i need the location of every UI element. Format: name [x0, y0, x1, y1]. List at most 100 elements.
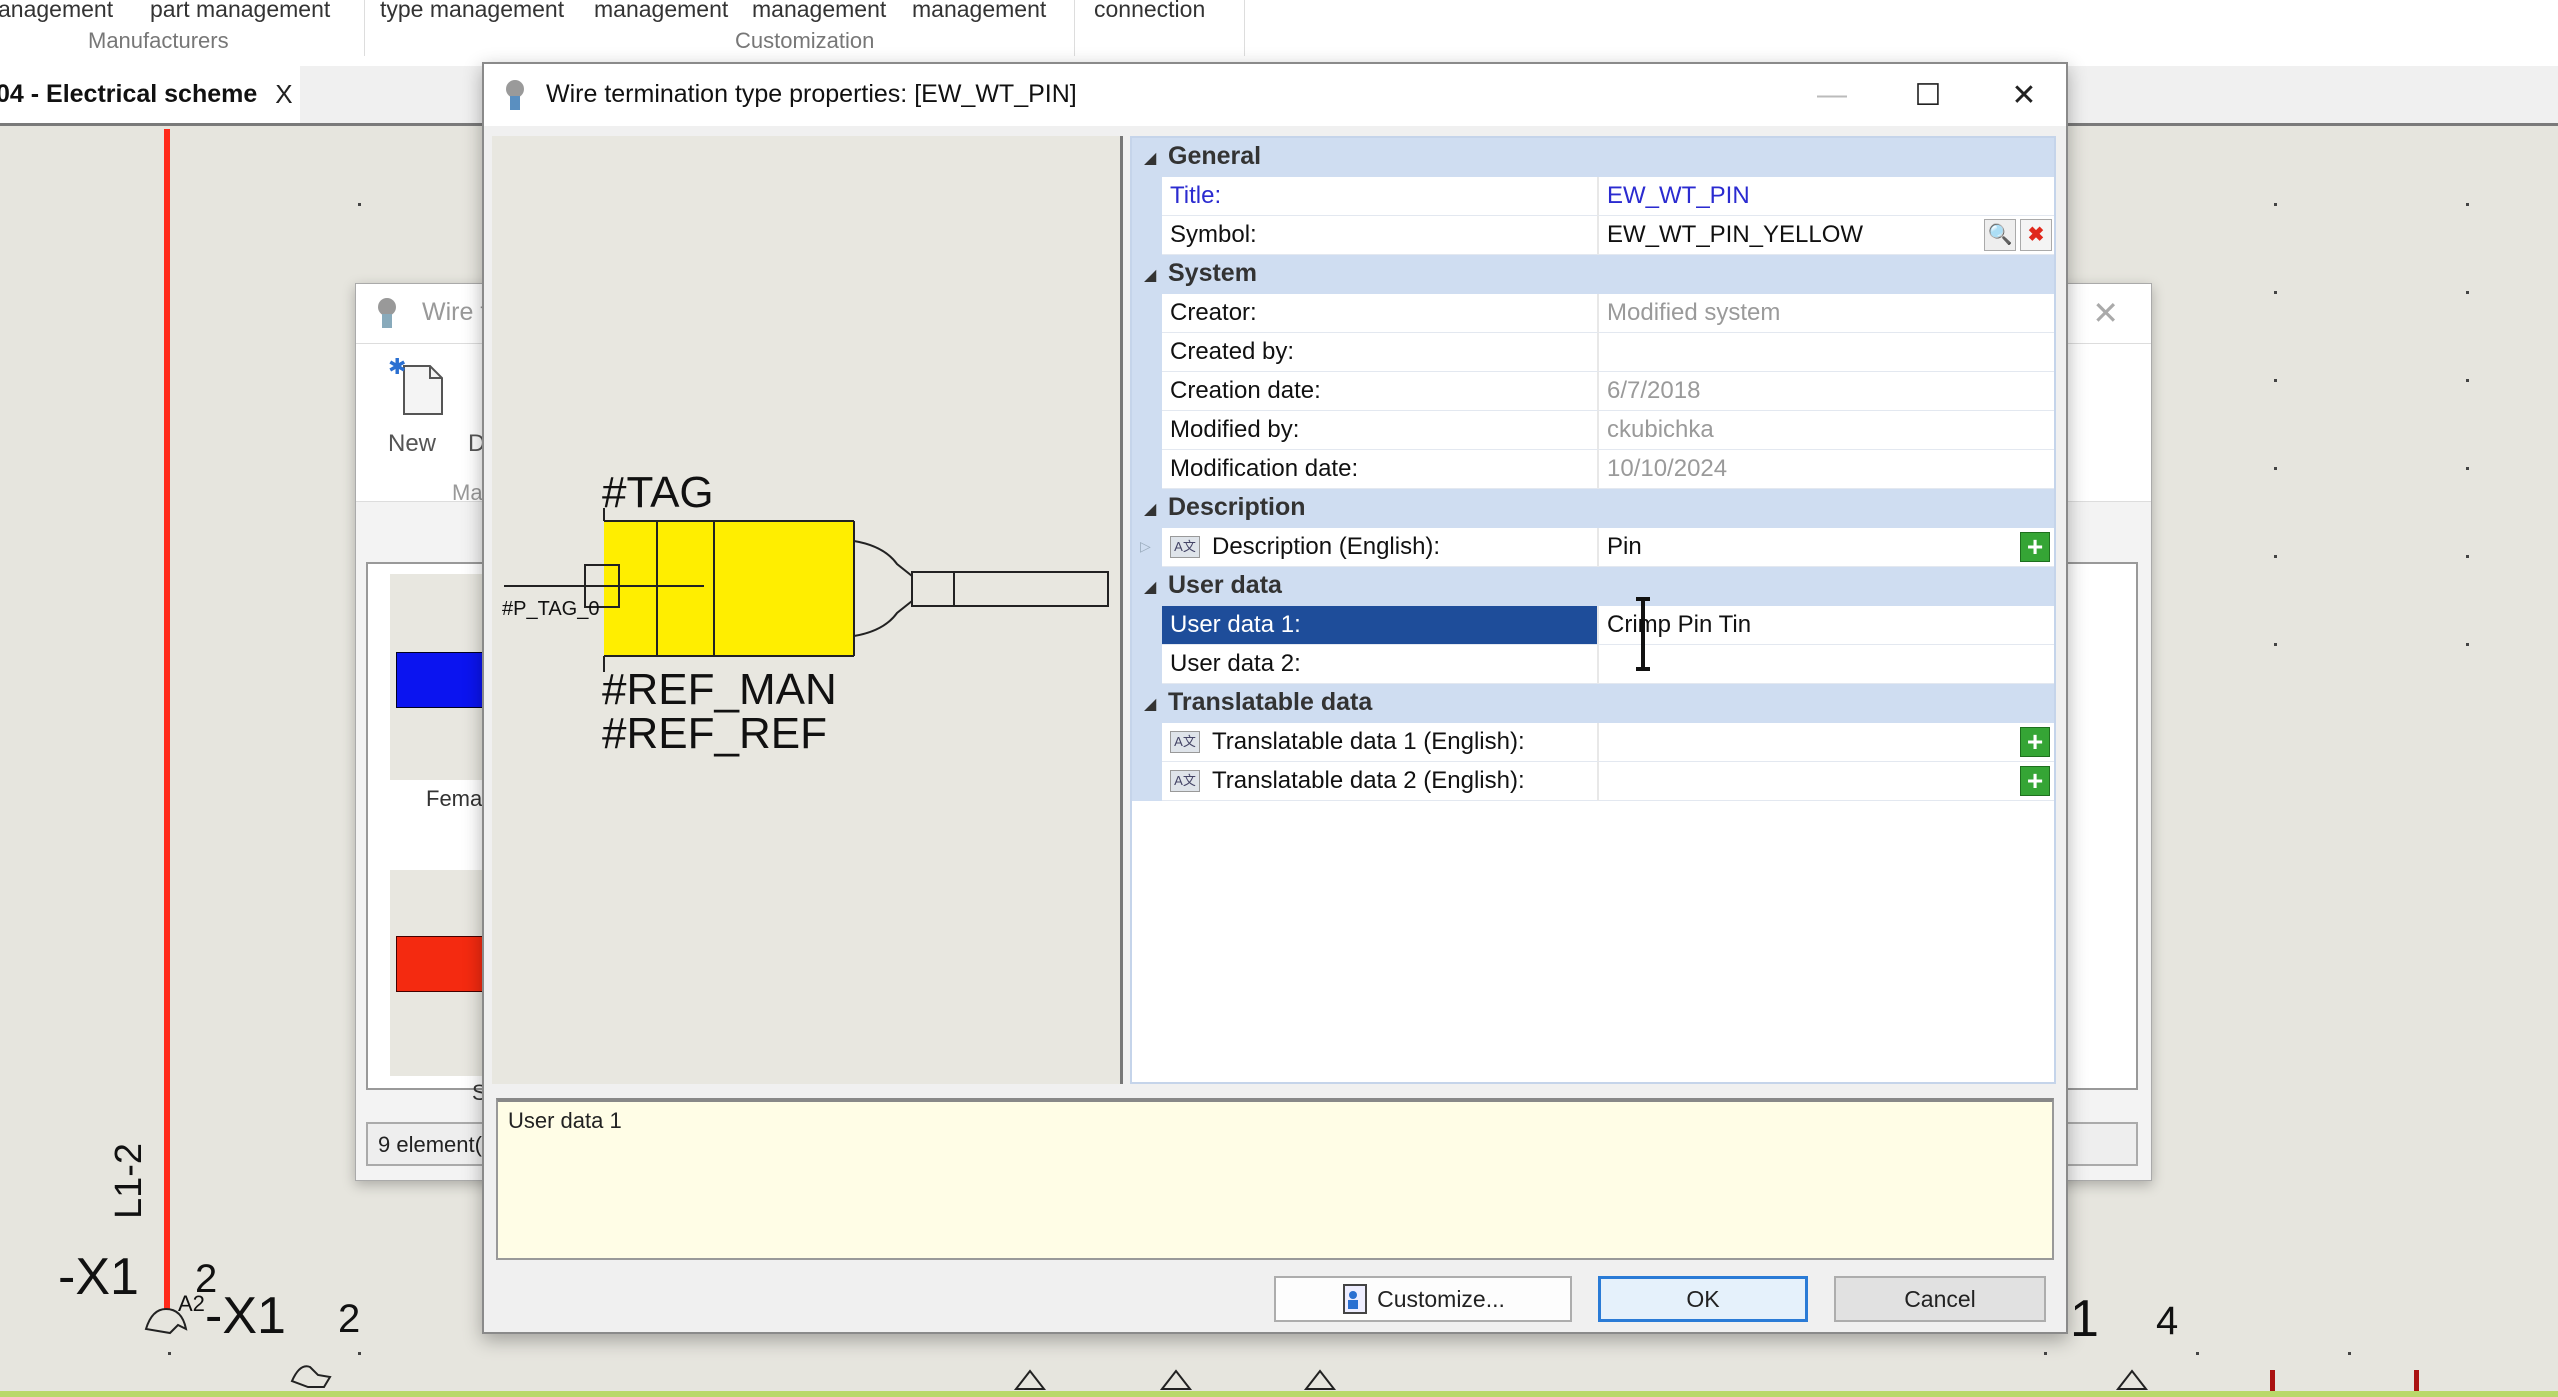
category-description[interactable]: ◢ Description: [1132, 489, 2054, 528]
symbol-value-field[interactable]: EW_WT_PIN_YELLOW 🔍 ✖: [1599, 216, 2054, 255]
ribbon-separator: [1244, 0, 1245, 56]
user-data-2-input[interactable]: [1599, 645, 2054, 684]
bg-dialog-close-icon[interactable]: ✕: [2092, 294, 2119, 332]
cancel-button[interactable]: Cancel: [1834, 1276, 2046, 1322]
property-row-description[interactable]: ▷ A文 Description (English): Pin +: [1132, 528, 2054, 567]
terminal-symbol-icon: [1013, 1369, 1047, 1390]
customize-button[interactable]: Customize...: [1274, 1276, 1572, 1322]
grid-dot: [2196, 1352, 2199, 1355]
ref-ref-label: #REF_REF: [602, 709, 827, 758]
minimize-button[interactable]: —: [1792, 72, 1872, 118]
red-terminal-preview: [396, 936, 496, 992]
category-label: Translatable data: [1168, 688, 1373, 716]
add-translation-icon[interactable]: +: [2020, 532, 2050, 562]
grid-dot: [2466, 555, 2469, 558]
property-row-user-data-1[interactable]: User data 1: Crimp Pin Tin: [1132, 606, 2054, 645]
property-row-modification-date[interactable]: Modification date: 10/10/2024: [1132, 450, 2054, 489]
title-value-field[interactable]: EW_WT_PIN: [1599, 177, 2054, 216]
property-label: User data 2:: [1162, 645, 1599, 684]
category-label: System: [1168, 259, 1257, 287]
ribbon-item-management-3[interactable]: management: [752, 0, 886, 23]
property-row-created-by[interactable]: Created by:: [1132, 333, 2054, 372]
cancel-label: Cancel: [1904, 1285, 1976, 1312]
dialog-titlebar[interactable]: Wire termination type properties: [EW_WT…: [484, 64, 2066, 126]
symbol-value: EW_WT_PIN_YELLOW: [1607, 221, 1864, 248]
property-row-translatable-data-1[interactable]: A文 Translatable data 1 (English): +: [1132, 723, 2054, 762]
property-row-modified-by[interactable]: Modified by: ckubichka: [1132, 411, 2054, 450]
property-row-translatable-data-2[interactable]: A文 Translatable data 2 (English): +: [1132, 762, 2054, 801]
svg-text:✱: ✱: [388, 356, 406, 379]
grid-dot: [2274, 643, 2277, 646]
clear-symbol-icon[interactable]: ✖: [2020, 219, 2052, 251]
tab-electrical-scheme[interactable]: 04 - Electrical scheme X: [0, 66, 300, 123]
grid-dot: [2044, 1352, 2047, 1355]
created-by-value: [1599, 333, 2054, 372]
collapse-triangle-icon[interactable]: ◢: [1132, 567, 1168, 606]
tab-close-icon[interactable]: X: [275, 79, 292, 110]
property-label: Creator:: [1162, 294, 1599, 333]
property-label: Translatable data 2 (English):: [1212, 767, 1525, 794]
add-translation-icon[interactable]: +: [2020, 766, 2050, 796]
category-translatable-data[interactable]: ◢ Translatable data: [1132, 684, 2054, 723]
ref-man-label: #REF_MAN: [602, 665, 837, 714]
grid-dot: [2274, 291, 2277, 294]
terminal-symbol-icon: [290, 1365, 332, 1388]
terminal-symbol-icon: [2115, 1369, 2149, 1390]
collapse-triangle-icon[interactable]: ◢: [1132, 489, 1168, 528]
collapse-triangle-icon[interactable]: ◢: [1132, 138, 1168, 177]
ribbon-item-part-management[interactable]: part management: [150, 0, 330, 23]
browse-symbol-icon[interactable]: 🔍: [1984, 219, 2016, 251]
ribbon-item-connection[interactable]: connection: [1094, 0, 1205, 23]
ribbon-item-management-2[interactable]: management: [594, 0, 728, 23]
minimize-icon: —: [1817, 78, 1847, 111]
collapse-triangle-icon[interactable]: ◢: [1132, 255, 1168, 294]
property-row-creation-date[interactable]: Creation date: 6/7/2018: [1132, 372, 2054, 411]
translatable-data-1-field[interactable]: +: [1599, 723, 2054, 762]
property-row-title[interactable]: Title: EW_WT_PIN: [1132, 177, 2054, 216]
category-general[interactable]: ◢ General: [1132, 138, 2054, 177]
category-user-data[interactable]: ◢ User data: [1132, 567, 2054, 606]
ribbon: anagement part management type managemen…: [0, 0, 2558, 66]
terminal-number: 4: [2156, 1299, 2179, 1343]
terminal-tag: -X1: [205, 1287, 286, 1345]
wire-termination-icon: [378, 298, 396, 328]
ribbon-item-manufacturer-management[interactable]: anagement: [0, 0, 113, 23]
ribbon-group-customization: Customization: [735, 28, 875, 53]
ok-label: OK: [1686, 1285, 1720, 1312]
property-label: Creation date:: [1162, 372, 1599, 411]
expand-triangle-icon[interactable]: ▷: [1132, 528, 1162, 567]
ok-button[interactable]: OK: [1598, 1276, 1808, 1322]
maximize-icon: ☐: [1914, 78, 1942, 112]
property-grid[interactable]: ◢ General Title: EW_WT_PIN Symbol: EW_WT…: [1130, 136, 2056, 1084]
collapse-triangle-icon[interactable]: ◢: [1132, 684, 1168, 723]
help-text: User data 1: [508, 1108, 622, 1133]
description-value-field[interactable]: Pin +: [1599, 528, 2054, 567]
property-help-box: User data 1: [496, 1098, 2054, 1260]
wire-l1-2[interactable]: [164, 129, 170, 1309]
grid-dot: [2466, 379, 2469, 382]
category-system[interactable]: ◢ System: [1132, 255, 2054, 294]
grid-dot: [358, 1352, 361, 1355]
user-data-1-input[interactable]: Crimp Pin Tin: [1599, 606, 2054, 645]
close-button[interactable]: ✕: [1984, 72, 2064, 118]
ribbon-item-management-4[interactable]: management: [912, 0, 1046, 23]
maximize-button[interactable]: ☐: [1888, 72, 1968, 118]
terminal-symbol-icon: [1303, 1369, 1337, 1390]
property-row-creator[interactable]: Creator: Modified system: [1132, 294, 2054, 333]
description-value: Pin: [1607, 533, 1642, 560]
category-label: User data: [1168, 571, 1282, 599]
new-document-icon: ✱: [388, 356, 443, 415]
panel-splitter[interactable]: [1120, 136, 1128, 1084]
symbol-preview: #TAG #P_TAG_0 #REF_MAN #REF_REF: [492, 136, 1120, 1084]
customize-label: Customize...: [1377, 1285, 1505, 1312]
property-row-symbol[interactable]: Symbol: EW_WT_PIN_YELLOW 🔍 ✖: [1132, 216, 2054, 255]
property-row-user-data-2[interactable]: User data 2:: [1132, 645, 2054, 684]
add-translation-icon[interactable]: +: [2020, 727, 2050, 757]
translatable-icon: A文: [1170, 770, 1200, 792]
ribbon-item-type-management[interactable]: type management: [380, 0, 564, 23]
translatable-data-2-field[interactable]: +: [1599, 762, 2054, 801]
grid-dot: [2466, 467, 2469, 470]
property-label-container: A文 Translatable data 1 (English):: [1162, 723, 1599, 762]
text-cursor-icon: [1636, 597, 1650, 671]
new-button[interactable]: ✱ New: [382, 352, 452, 462]
